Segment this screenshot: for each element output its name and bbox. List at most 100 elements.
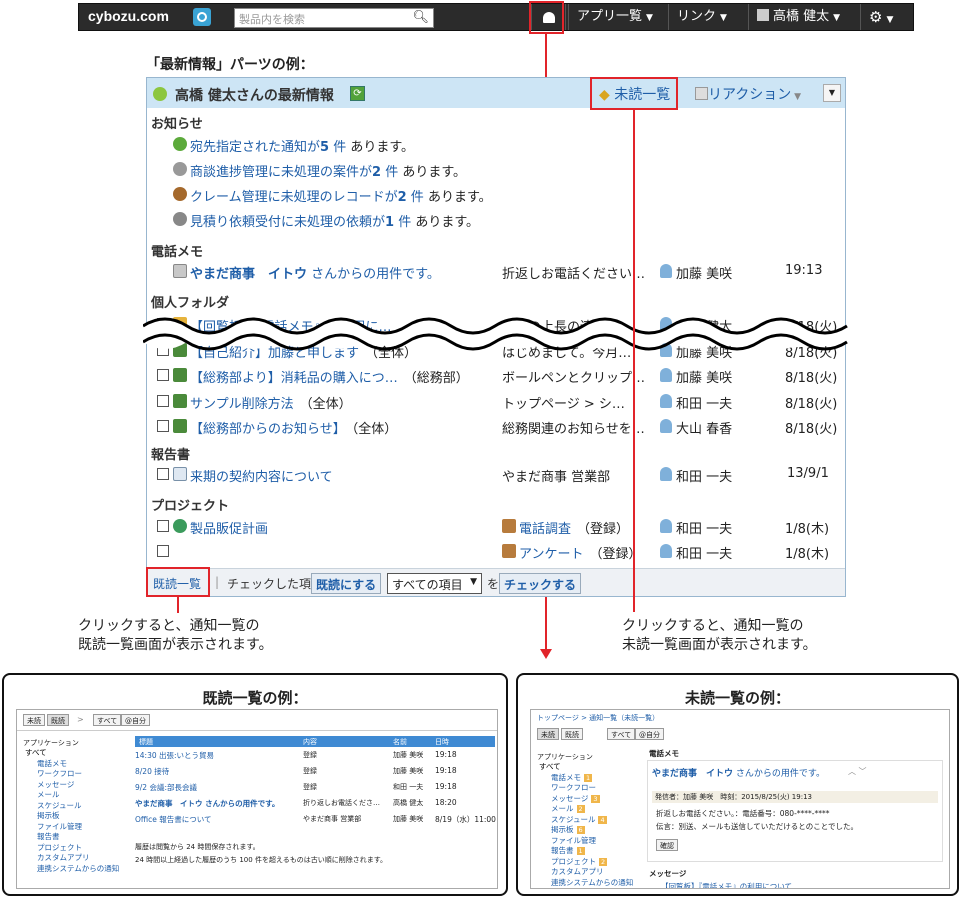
search-input[interactable]: 製品内を検索 🔍︎ bbox=[234, 8, 434, 28]
chevron-up-icon[interactable]: ︿ ﹀ bbox=[848, 766, 867, 777]
tree-item[interactable]: プロジェクト 2 bbox=[539, 857, 633, 868]
tree-item[interactable]: ファイル管理 bbox=[25, 822, 119, 833]
notice-row[interactable]: 見積り依頼受付に未処理の依頼が1 件 あります。 bbox=[147, 209, 845, 231]
read-row-name[interactable]: 加藤 美咲 bbox=[393, 750, 423, 760]
row-checkbox[interactable] bbox=[157, 420, 169, 432]
tree-item[interactable]: 報告書 1 bbox=[539, 846, 633, 857]
folder-item-person[interactable]: 加藤 美咲 bbox=[676, 367, 732, 386]
breadcrumb[interactable]: トップページ > 通知一覧（未読一覧） bbox=[537, 713, 659, 723]
report-icon bbox=[173, 467, 187, 481]
folder-row[interactable]: サンプル削除方法 （全体） トップページ > シ… 和田 一夫 8/18(火) bbox=[147, 391, 845, 413]
report-row[interactable]: 来期の契約内容について やまだ商事 営業部 和田 一夫 13/9/1 bbox=[147, 464, 845, 486]
read-row-name[interactable]: 加藤 美咲 bbox=[393, 766, 423, 776]
notice-text[interactable]: クレーム管理に未処理のレコードが2 件 あります。 bbox=[190, 186, 492, 205]
memo-card-title[interactable]: やまだ商事 イトウ さんからの用件です。 bbox=[652, 766, 825, 779]
report-person[interactable]: 和田 一夫 bbox=[676, 466, 732, 485]
message-title[interactable]: 【回覧板】『電話メモ』の利用について bbox=[661, 881, 792, 888]
notice-row[interactable]: 宛先指定された通知が5 件 あります。 bbox=[147, 134, 845, 156]
read-row-title[interactable]: やまだ商事 イトウ さんからの用件です。 bbox=[135, 798, 279, 809]
folder-row[interactable]: 【総務部からのお知らせ】 （全体） 総務関連のお知らせを… 大山 春香 8/18(火) bbox=[147, 416, 845, 438]
unread-example-title: 未読一覧の例： bbox=[684, 689, 790, 707]
project-content[interactable]: 電話調査 （登録） bbox=[519, 518, 629, 537]
project-row[interactable]: アンケート （登録） 和田 一夫 1/8(木) bbox=[147, 541, 845, 563]
tab-read[interactable]: 既読 bbox=[561, 728, 583, 740]
app-list-menu[interactable]: アプリ一覧 ▼ bbox=[568, 4, 661, 30]
phone-memo-person[interactable]: 加藤 美咲 bbox=[676, 263, 732, 282]
tree-item[interactable]: すべて bbox=[539, 762, 633, 773]
notice-text[interactable]: 見積り依頼受付に未処理の依頼が1 件 あります。 bbox=[190, 211, 479, 230]
tree-item[interactable]: メッセージ bbox=[25, 780, 119, 791]
tree-item[interactable]: すべて bbox=[25, 748, 119, 759]
tab-read[interactable]: 既読 bbox=[47, 714, 69, 726]
project-person[interactable]: 和田 一夫 bbox=[676, 518, 732, 537]
tree-item[interactable]: スケジュール bbox=[25, 801, 119, 812]
tree-item[interactable]: 連携システムからの通知 bbox=[539, 878, 633, 889]
project-content[interactable]: アンケート （登録） bbox=[519, 543, 642, 562]
row-checkbox[interactable] bbox=[157, 468, 169, 480]
read-row-title[interactable]: Office 報告書について bbox=[135, 814, 212, 825]
tree-item[interactable]: 連携システムからの通知 bbox=[25, 864, 119, 875]
read-row-name[interactable]: 高橋 健太 bbox=[393, 798, 423, 808]
phone-memo-row[interactable]: やまだ商事 イトウ さんからの用件です。 折返しお電話ください… 加藤 美咲 1… bbox=[147, 261, 845, 283]
read-row-title[interactable]: 8/20 接待 bbox=[135, 766, 169, 777]
folder-item-title[interactable]: 【総務部より】消耗品の購入につ… （総務部） bbox=[190, 367, 495, 386]
tree-item[interactable]: ワークフロー bbox=[539, 783, 633, 794]
settings-menu[interactable]: ⚙ ▼ bbox=[860, 4, 913, 30]
folder-row[interactable]: 【総務部より】消耗品の購入につ… （総務部） ボールペンとクリップ… 加藤 美咲 8/1… bbox=[147, 365, 845, 387]
search-icon[interactable]: 🔍︎ bbox=[412, 10, 429, 25]
tree-item[interactable]: プロジェクト bbox=[25, 843, 119, 854]
project-row[interactable]: 製品販促計画 電話調査 （登録） 和田 一夫 1/8(木) bbox=[147, 516, 845, 538]
tree-item[interactable]: 報告書 bbox=[25, 832, 119, 843]
tree-item[interactable]: メール 2 bbox=[539, 804, 633, 815]
tab-unread[interactable]: 未読 bbox=[23, 714, 45, 726]
tree-item[interactable]: 電話メモ 1 bbox=[539, 773, 633, 784]
tree-item[interactable]: メール bbox=[25, 790, 119, 801]
folder-item-person[interactable]: 大山 春香 bbox=[676, 418, 732, 437]
phone-memo-title[interactable]: やまだ商事 イトウ さんからの用件です。 bbox=[190, 263, 490, 282]
tab-all[interactable]: すべて bbox=[607, 728, 636, 740]
tree-item[interactable]: カスタムアプリ bbox=[25, 853, 119, 864]
check-button[interactable]: チェックする bbox=[499, 573, 582, 594]
portlet-menu-button[interactable]: ▼ bbox=[823, 84, 841, 102]
project-person[interactable]: 和田 一夫 bbox=[676, 543, 732, 562]
tab-all[interactable]: すべて bbox=[93, 714, 122, 726]
project-title[interactable]: 製品販促計画 bbox=[190, 518, 268, 537]
tab-mine[interactable]: @自分 bbox=[121, 714, 150, 726]
notice-row[interactable]: 商談進捗管理に未処理の案件が2 件 あります。 bbox=[147, 159, 845, 181]
mark-read-button[interactable]: 既読にする bbox=[311, 573, 382, 594]
tab-mine[interactable]: @自分 bbox=[635, 728, 664, 740]
notice-text[interactable]: 商談進捗管理に未処理の案件が2 件 あります。 bbox=[190, 161, 466, 180]
row-checkbox[interactable] bbox=[157, 520, 169, 532]
read-row-name[interactable]: 和田 一夫 bbox=[393, 782, 423, 792]
tree-item[interactable]: ワークフロー bbox=[25, 769, 119, 780]
tree-item[interactable]: 掲示板 bbox=[25, 811, 119, 822]
read-row-title[interactable]: 9/2 会議:部長会議 bbox=[135, 782, 197, 793]
notice-row[interactable]: クレーム管理に未処理のレコードが2 件 あります。 bbox=[147, 184, 845, 206]
tree-item[interactable]: スケジュール 4 bbox=[539, 815, 633, 826]
link-menu[interactable]: リンク ▼ bbox=[668, 4, 735, 30]
tree-item[interactable]: 掲示板 6 bbox=[539, 825, 633, 836]
app-tree: すべて 電話メモ 1 ワークフロー メッセージ 3 メール 2 スケジュール 4 掲示板 6 ファイル管… bbox=[539, 762, 633, 888]
target-select[interactable]: すべての項目 ▼ bbox=[387, 573, 482, 594]
report-title[interactable]: 来期の契約内容について bbox=[190, 466, 333, 485]
row-checkbox[interactable] bbox=[157, 545, 169, 557]
read-row-title[interactable]: 14:30 出張:いとう貿易 bbox=[135, 750, 214, 761]
tree-item[interactable]: ファイル管理 bbox=[539, 836, 633, 847]
notice-text[interactable]: 宛先指定された通知が5 件 あります。 bbox=[190, 136, 414, 155]
confirm-button[interactable]: 確認 bbox=[656, 839, 678, 851]
tree-item[interactable]: カスタムアプリ bbox=[539, 867, 633, 878]
folder-item-person[interactable]: 和田 一夫 bbox=[676, 393, 732, 412]
read-list-screenshot: 未読 既読 > すべて @自分 アプリケーション すべて 電話メモ ワークフロー メッ… bbox=[16, 709, 498, 889]
garoon-app-icon[interactable] bbox=[193, 8, 211, 26]
refresh-icon[interactable]: ⟳ bbox=[350, 86, 365, 101]
read-row-name[interactable]: 加藤 美咲 bbox=[393, 814, 423, 824]
folder-item-title[interactable]: 【総務部からのお知らせ】 （全体） bbox=[190, 418, 495, 437]
row-checkbox[interactable] bbox=[157, 394, 169, 407]
row-checkbox[interactable] bbox=[157, 369, 169, 381]
folder-item-title[interactable]: サンプル削除方法 （全体） bbox=[190, 393, 495, 412]
user-menu[interactable]: 高橋 健太 ▼ bbox=[748, 4, 848, 30]
tree-item[interactable]: メッセージ 3 bbox=[539, 794, 633, 805]
reaction-link[interactable]: リアクション ▼ bbox=[695, 84, 801, 104]
tree-item[interactable]: 電話メモ bbox=[25, 759, 119, 770]
tab-unread[interactable]: 未読 bbox=[537, 728, 559, 740]
